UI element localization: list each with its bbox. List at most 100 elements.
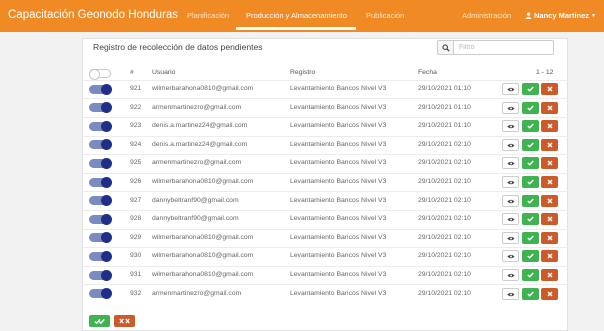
x-icon — [546, 179, 553, 185]
approve-button[interactable] — [522, 102, 539, 114]
reject-button[interactable] — [541, 102, 558, 114]
row-user-email: armenmartinezro@gmail.com — [152, 290, 242, 297]
reject-button[interactable] — [541, 269, 558, 281]
toggle-knob — [101, 195, 112, 206]
brand-title[interactable]: Capacitación Geonodo Honduras — [8, 9, 178, 21]
view-button[interactable] — [502, 120, 519, 132]
row-toggle[interactable] — [89, 139, 112, 150]
view-button[interactable] — [502, 250, 519, 262]
row-divider — [82, 229, 568, 230]
approve-button[interactable] — [522, 157, 539, 169]
reject-button[interactable] — [541, 139, 558, 151]
approve-all-button[interactable] — [89, 315, 110, 327]
reject-button[interactable] — [541, 232, 558, 244]
row-fecha: 29/10/2021 02:10 — [418, 141, 471, 148]
approve-button[interactable] — [522, 176, 539, 188]
nav-link-administracion[interactable]: Administración — [462, 11, 511, 20]
row-fecha: 29/10/2021 01:10 — [418, 122, 471, 129]
approve-button[interactable] — [522, 250, 539, 262]
row-toggle[interactable] — [89, 214, 112, 225]
toggle-knob — [101, 177, 112, 188]
row-user-email: dannybeltranf90@gmail.com — [152, 215, 239, 222]
view-button[interactable] — [502, 269, 519, 281]
row-user-email: wilmerbarahona0810@gmail.com — [152, 271, 254, 278]
row-divider — [82, 80, 568, 81]
reject-button[interactable] — [541, 213, 558, 225]
row-toggle[interactable] — [89, 232, 112, 243]
nav-link-publicacion[interactable]: Publicación — [366, 11, 404, 20]
row-fecha: 29/10/2021 02:10 — [418, 234, 471, 241]
check-icon — [527, 272, 534, 278]
row-toggle[interactable] — [89, 84, 112, 95]
nav-link-produccion[interactable]: Producción y Almacenamiento — [246, 11, 347, 20]
reject-button[interactable] — [541, 250, 558, 262]
row-toggle[interactable] — [89, 270, 112, 281]
row-user-email: wilmerbarahona0810@gmail.com — [152, 85, 254, 92]
reject-button[interactable] — [541, 176, 558, 188]
check-icon — [527, 179, 534, 185]
search-button[interactable] — [437, 40, 454, 55]
view-button[interactable] — [502, 176, 519, 188]
row-toggle[interactable] — [89, 102, 112, 113]
user-menu[interactable]: Nancy Martinez ▼ — [525, 11, 596, 20]
view-button[interactable] — [502, 83, 519, 95]
user-name: Nancy Martinez — [534, 11, 590, 20]
nav-link-planificacion[interactable]: Planificación — [187, 11, 229, 20]
approve-button[interactable] — [522, 288, 539, 300]
column-header-usuario: Usuario — [152, 69, 176, 76]
x-icon — [546, 291, 553, 297]
row-toggle[interactable] — [89, 121, 112, 132]
view-button[interactable] — [502, 195, 519, 207]
eye-icon — [506, 87, 515, 91]
row-number: 927 — [130, 197, 142, 204]
approve-button[interactable] — [522, 195, 539, 207]
view-button[interactable] — [502, 288, 519, 300]
x-icon — [546, 253, 553, 259]
row-toggle[interactable] — [89, 195, 112, 206]
row-fecha: 29/10/2021 01:10 — [418, 85, 471, 92]
master-toggle[interactable] — [89, 69, 111, 80]
row-toggle[interactable] — [89, 288, 112, 299]
row-registro: Levantamiento Bancos Nivel V3 — [290, 252, 387, 259]
reject-all-button[interactable] — [114, 315, 135, 327]
row-toggle[interactable] — [89, 158, 112, 169]
row-toggle[interactable] — [89, 177, 112, 188]
row-divider — [82, 266, 568, 267]
search-icon — [441, 43, 450, 52]
toggle-knob — [101, 84, 112, 95]
view-button[interactable] — [502, 232, 519, 244]
reject-button[interactable] — [541, 288, 558, 300]
x-icon — [546, 216, 553, 222]
row-divider — [82, 154, 568, 155]
reject-button[interactable] — [541, 195, 558, 207]
view-button[interactable] — [502, 102, 519, 114]
x-icon — [546, 142, 553, 148]
row-registro: Levantamiento Bancos Nivel V3 — [290, 234, 387, 241]
reject-button[interactable] — [541, 83, 558, 95]
column-header-fecha: Fecha — [418, 69, 437, 76]
row-user-email: denis.a.martinez24@gmail.com — [152, 122, 248, 129]
row-registro: Levantamiento Bancos Nivel V3 — [290, 178, 387, 185]
view-button[interactable] — [502, 139, 519, 151]
reject-button[interactable] — [541, 157, 558, 169]
view-button[interactable] — [502, 157, 519, 169]
row-number: 922 — [130, 104, 142, 111]
approve-button[interactable] — [522, 120, 539, 132]
approve-button[interactable] — [522, 83, 539, 95]
row-number: 926 — [130, 178, 142, 185]
row-toggle[interactable] — [89, 251, 112, 262]
filter-input[interactable] — [454, 40, 554, 55]
approve-button[interactable] — [522, 232, 539, 244]
row-registro: Levantamiento Bancos Nivel V3 — [290, 85, 387, 92]
check-icon — [527, 253, 534, 259]
chevron-down-icon: ▼ — [591, 13, 596, 19]
approve-button[interactable] — [522, 139, 539, 151]
approve-button[interactable] — [522, 269, 539, 281]
view-button[interactable] — [502, 213, 519, 225]
row-user-email: armenmartinezro@gmail.com — [152, 104, 242, 111]
reject-button[interactable] — [541, 120, 558, 132]
row-number: 931 — [130, 271, 142, 278]
row-number: 928 — [130, 215, 142, 222]
approve-button[interactable] — [522, 213, 539, 225]
row-fecha: 29/10/2021 02:10 — [418, 290, 471, 297]
